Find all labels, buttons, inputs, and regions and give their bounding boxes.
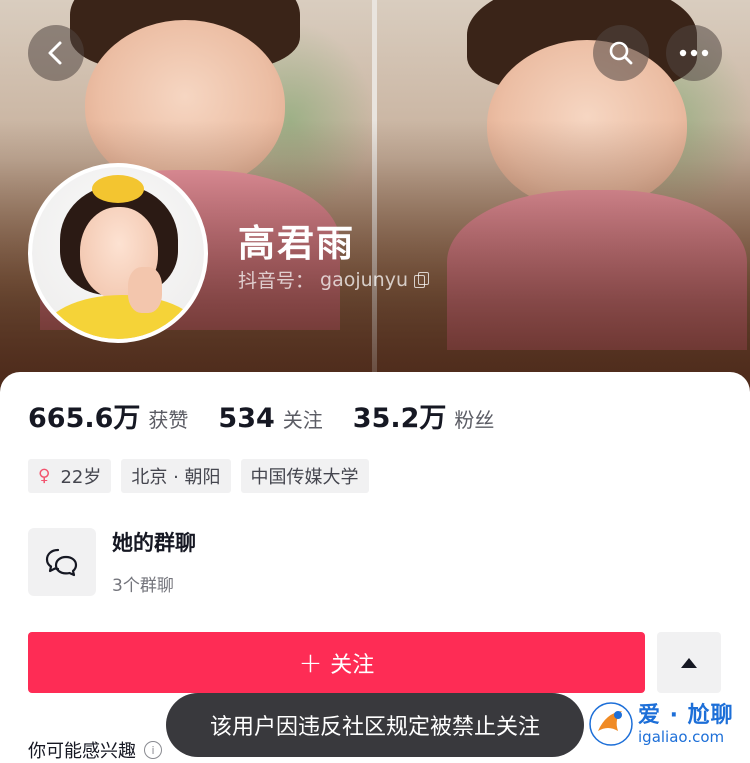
- group-chat-icon-box: [28, 527, 96, 596]
- stat-label: 粉丝: [454, 408, 495, 432]
- tag-school[interactable]: 中国传媒大学: [240, 459, 369, 493]
- stat-following[interactable]: 534 关注: [218, 403, 322, 434]
- avatar[interactable]: [28, 163, 208, 343]
- watermark-url: igaliao.com: [638, 728, 725, 746]
- tag-location: 北京 · 朝阳: [121, 459, 231, 493]
- copy-icon[interactable]: [414, 271, 429, 288]
- group-chat-count: 3个群聊: [112, 576, 174, 596]
- chevron-left-icon: [48, 41, 62, 65]
- plus-icon: +: [298, 646, 323, 679]
- triangle-up-icon: [681, 657, 697, 668]
- profile-tags: ♀ 22岁 北京 · 朝阳 中国传媒大学: [28, 459, 369, 493]
- search-icon: [609, 41, 633, 65]
- female-icon: ♀: [38, 466, 51, 486]
- stat-followers[interactable]: 35.2万 粉丝: [353, 396, 495, 435]
- watermark-logo-icon: [589, 702, 633, 746]
- group-chat-title: 她的群聊: [112, 531, 196, 555]
- tag-age: ♀ 22岁: [28, 459, 112, 493]
- group-chat-entry[interactable]: 她的群聊 3个群聊: [28, 527, 196, 596]
- stat-value: 665.6万: [28, 403, 141, 434]
- tag-age-label: 22岁: [60, 467, 102, 488]
- suggested-users-label: 你可能感兴趣: [28, 741, 136, 762]
- more-options-button[interactable]: [666, 25, 722, 81]
- watermark-title: 爱 · 尬聊: [638, 703, 734, 728]
- douyin-id[interactable]: 抖音号： gaojunyu: [238, 266, 429, 293]
- stat-label: 获赞: [148, 408, 189, 432]
- stat-likes[interactable]: 665.6万 获赞: [28, 396, 188, 435]
- stats-row: 665.6万 获赞 534 关注 35.2万 粉丝: [28, 396, 524, 435]
- suggested-users-header: 你可能感兴趣 i: [28, 737, 162, 763]
- stat-value: 35.2万: [352, 403, 447, 434]
- follow-button[interactable]: + 关注: [28, 632, 645, 693]
- expand-recommendations-button[interactable]: [657, 632, 721, 693]
- back-button[interactable]: [28, 25, 84, 81]
- search-button[interactable]: [593, 25, 649, 81]
- toast-message: 该用户因违反社区规定被禁止关注: [166, 693, 584, 757]
- chat-bubbles-icon: [45, 548, 78, 576]
- stat-label: 关注: [282, 408, 323, 432]
- profile-name: 高君雨: [238, 222, 355, 265]
- watermark: 爱 · 尬聊 igaliao.com: [588, 695, 748, 755]
- info-icon[interactable]: i: [144, 741, 162, 759]
- follow-label: 关注: [330, 652, 375, 678]
- douyin-id-label: 抖音号：: [238, 270, 315, 292]
- douyin-id-value: gaojunyu: [320, 268, 408, 291]
- stat-value: 534: [218, 403, 275, 434]
- more-dots-icon: [679, 49, 709, 57]
